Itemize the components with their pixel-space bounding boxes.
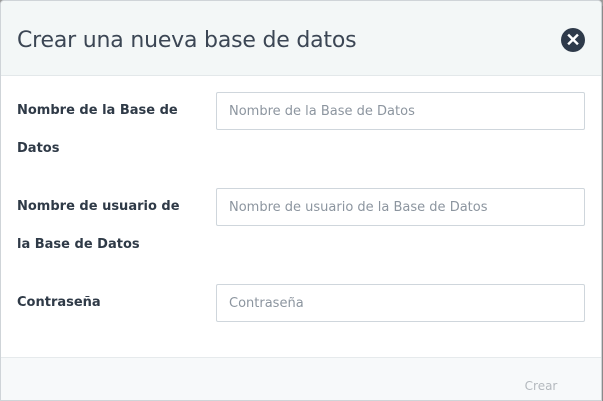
create-button[interactable]: Crear (513, 376, 569, 396)
create-database-modal: Crear una nueva base de datos ✕ Nombre d… (0, 0, 602, 401)
close-icon[interactable]: ✕ (561, 28, 585, 52)
password-label: Contraseña (17, 295, 101, 310)
modal-title: Crear una nueva base de datos (17, 28, 357, 53)
password-input[interactable] (216, 284, 585, 322)
database-name-label: Nombre de la Base de Datos (17, 103, 178, 156)
database-username-label: Nombre de usuario de la Base de Datos (17, 199, 180, 252)
database-name-input[interactable] (216, 92, 585, 130)
modal-footer: Crear (1, 357, 601, 400)
database-username-input[interactable] (216, 188, 585, 226)
modal-header: Crear una nueva base de datos ✕ (1, 1, 601, 76)
